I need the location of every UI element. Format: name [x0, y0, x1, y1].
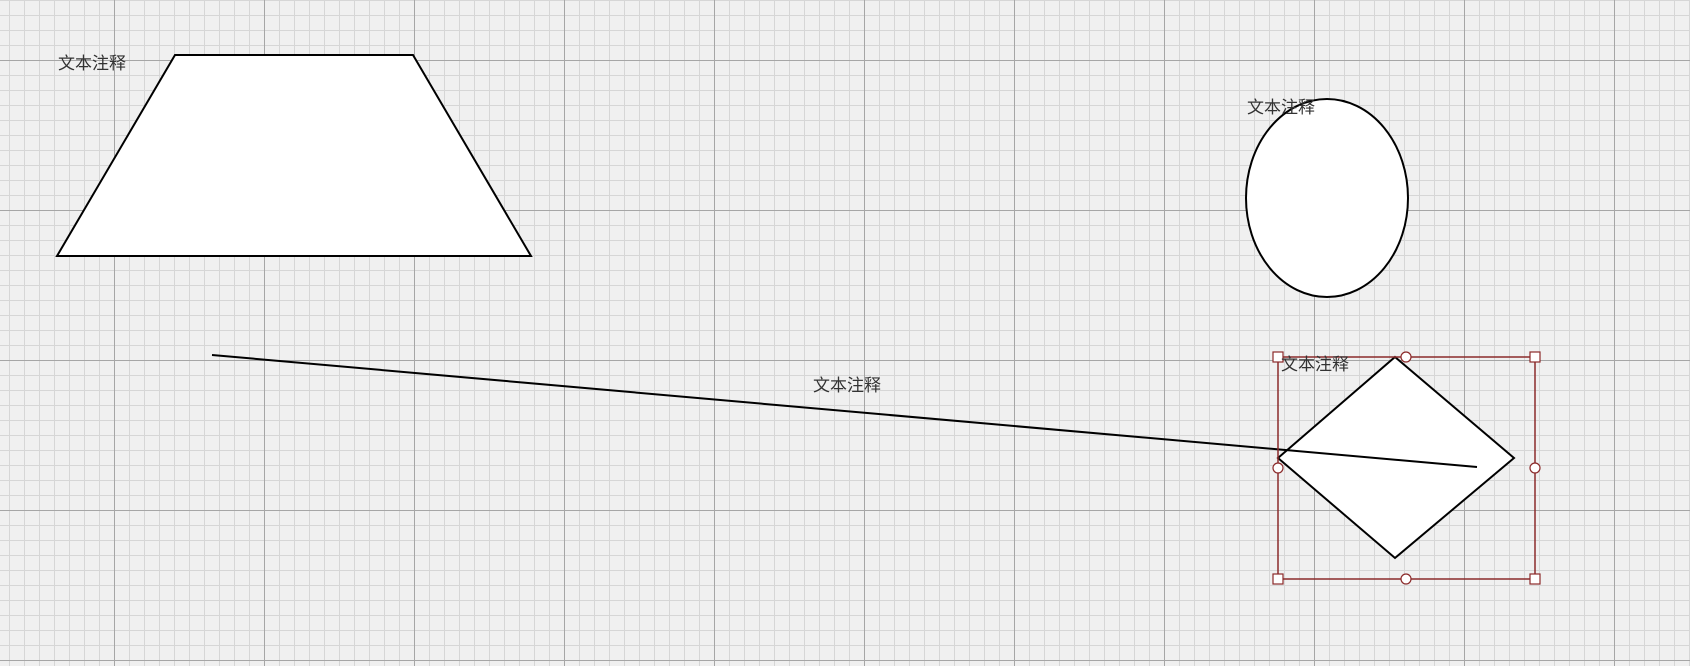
- resize-handle-bottom-right[interactable]: [1529, 573, 1541, 585]
- ellipse-text-annotation[interactable]: 文本注释: [1247, 100, 1315, 117]
- shapes-layer: [55, 54, 1541, 585]
- resize-handle-top-middle[interactable]: [1400, 351, 1412, 363]
- drawing-canvas[interactable]: 文本注释 文本注释 文本注释 文本注释: [0, 0, 1690, 666]
- diamond-shape[interactable]: [1276, 355, 1516, 560]
- trapezoid-text-annotation[interactable]: 文本注释: [58, 56, 126, 73]
- resize-handle-top-right[interactable]: [1529, 351, 1541, 363]
- resize-handle-bottom-left[interactable]: [1272, 573, 1284, 585]
- line-text-annotation[interactable]: 文本注释: [813, 378, 881, 395]
- resize-handle-bottom-middle[interactable]: [1400, 573, 1412, 585]
- trapezoid-shape[interactable]: [55, 54, 533, 257]
- diamond-text-annotation[interactable]: 文本注释: [1281, 357, 1349, 374]
- resize-handle-left-middle[interactable]: [1272, 462, 1284, 474]
- resize-handle-right-middle[interactable]: [1529, 462, 1541, 474]
- ellipse-shape[interactable]: [1245, 98, 1409, 298]
